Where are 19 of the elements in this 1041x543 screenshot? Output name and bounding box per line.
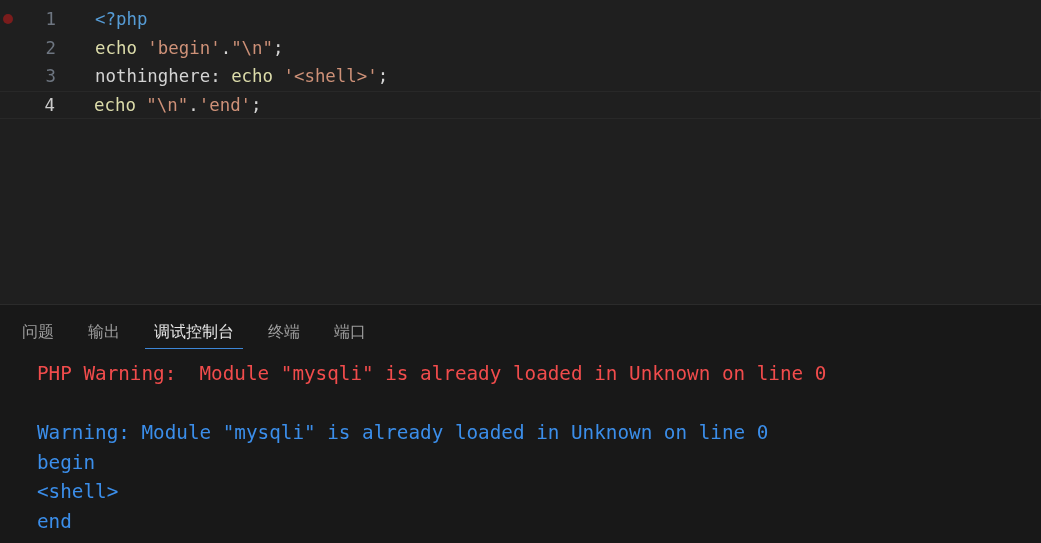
console-line: begin: [37, 449, 97, 476]
console-line: PHP Warning: Module "mysqli" is already loaded in Unknown on line 0: [37, 361, 828, 387]
code-text: echo "\n".'end';: [94, 94, 262, 115]
panel-tab[interactable]: 端口: [325, 320, 375, 349]
line-number: 1: [45, 9, 56, 30]
console-line: Warning: Module "mysqli" is already loaded in Unknown on line 0: [37, 420, 770, 446]
panel-tab[interactable]: 调试控制台: [145, 320, 243, 349]
code-text: nothinghere: echo '<shell>';: [95, 66, 389, 87]
line-number: 3: [45, 66, 56, 87]
line-number: 4: [44, 94, 55, 115]
code-text: echo 'begin'."\n";: [95, 37, 284, 58]
line-number: 2: [45, 37, 56, 58]
code-text: <?php: [95, 9, 148, 30]
panel-tab[interactable]: 终端: [259, 320, 309, 349]
panel-tab[interactable]: 问题: [13, 320, 63, 349]
console-line: end: [37, 508, 73, 535]
panel-tab[interactable]: 输出: [79, 320, 129, 349]
console-line: <shell>: [37, 479, 120, 505]
breakpoint-icon[interactable]: [3, 14, 13, 25]
